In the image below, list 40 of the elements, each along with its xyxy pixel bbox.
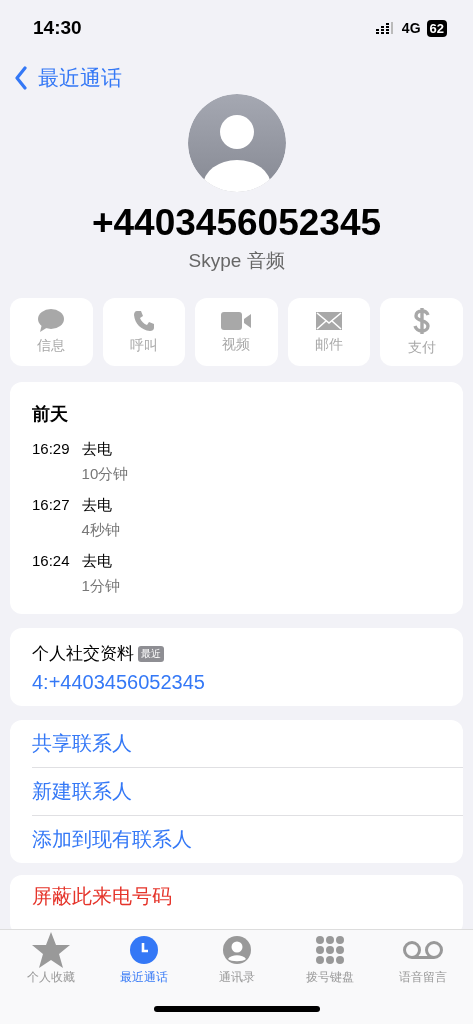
signal-icon	[375, 22, 396, 34]
call-time: 16:27	[32, 496, 70, 515]
network-label: 4G	[401, 20, 421, 36]
contact-number: +4403456052345	[90, 202, 383, 244]
contact-action-link[interactable]: 共享联系人	[32, 730, 132, 757]
keypad-icon	[314, 935, 345, 965]
call-direction: 去电	[81, 440, 113, 459]
person-icon	[222, 936, 251, 964]
speech-bubble-icon	[37, 309, 66, 333]
profile-title: 个人社交资料	[32, 643, 134, 665]
back-chevron-icon	[14, 66, 28, 90]
avatar-icon	[187, 94, 286, 192]
tab-item[interactable]: 拨号键盘	[284, 934, 375, 986]
back-link[interactable]: 最近通话	[14, 64, 122, 92]
contact-action-link[interactable]: 添加到现有联系人	[32, 826, 192, 853]
voicemail-icon	[401, 940, 444, 960]
block-number-link[interactable]: 屏蔽此来电号码	[32, 885, 172, 907]
tab-item[interactable]: 个人收藏	[5, 934, 96, 986]
profile-link[interactable]: 4:+4403456052345	[32, 671, 441, 694]
call-duration: 1分钟	[81, 577, 120, 596]
battery-icon: 62	[426, 19, 447, 37]
envelope-icon	[315, 310, 344, 332]
status-time: 14:30	[33, 17, 82, 39]
call-direction: 去电	[81, 496, 113, 515]
contact-action-link[interactable]: 新建联系人	[32, 778, 132, 805]
phone-icon	[131, 309, 156, 333]
call-duration: 10分钟	[81, 465, 129, 484]
call-direction: 去电	[81, 552, 113, 571]
video-camera-icon	[220, 310, 253, 332]
call-type-label: Skype 音频	[187, 249, 286, 273]
tab-item[interactable]: 语音留言	[377, 934, 468, 986]
clock-icon	[129, 936, 158, 964]
call-time: 16:24	[32, 552, 70, 571]
call-duration: 4秒钟	[81, 521, 120, 540]
date-heading: 前天	[32, 403, 69, 426]
tab-item[interactable]: 通讯录	[191, 934, 282, 986]
tab-item[interactable]: 最近通话	[98, 934, 189, 986]
dollar-icon	[412, 307, 431, 335]
recent-badge: 最近	[138, 645, 164, 662]
call-time: 16:29	[32, 440, 70, 459]
